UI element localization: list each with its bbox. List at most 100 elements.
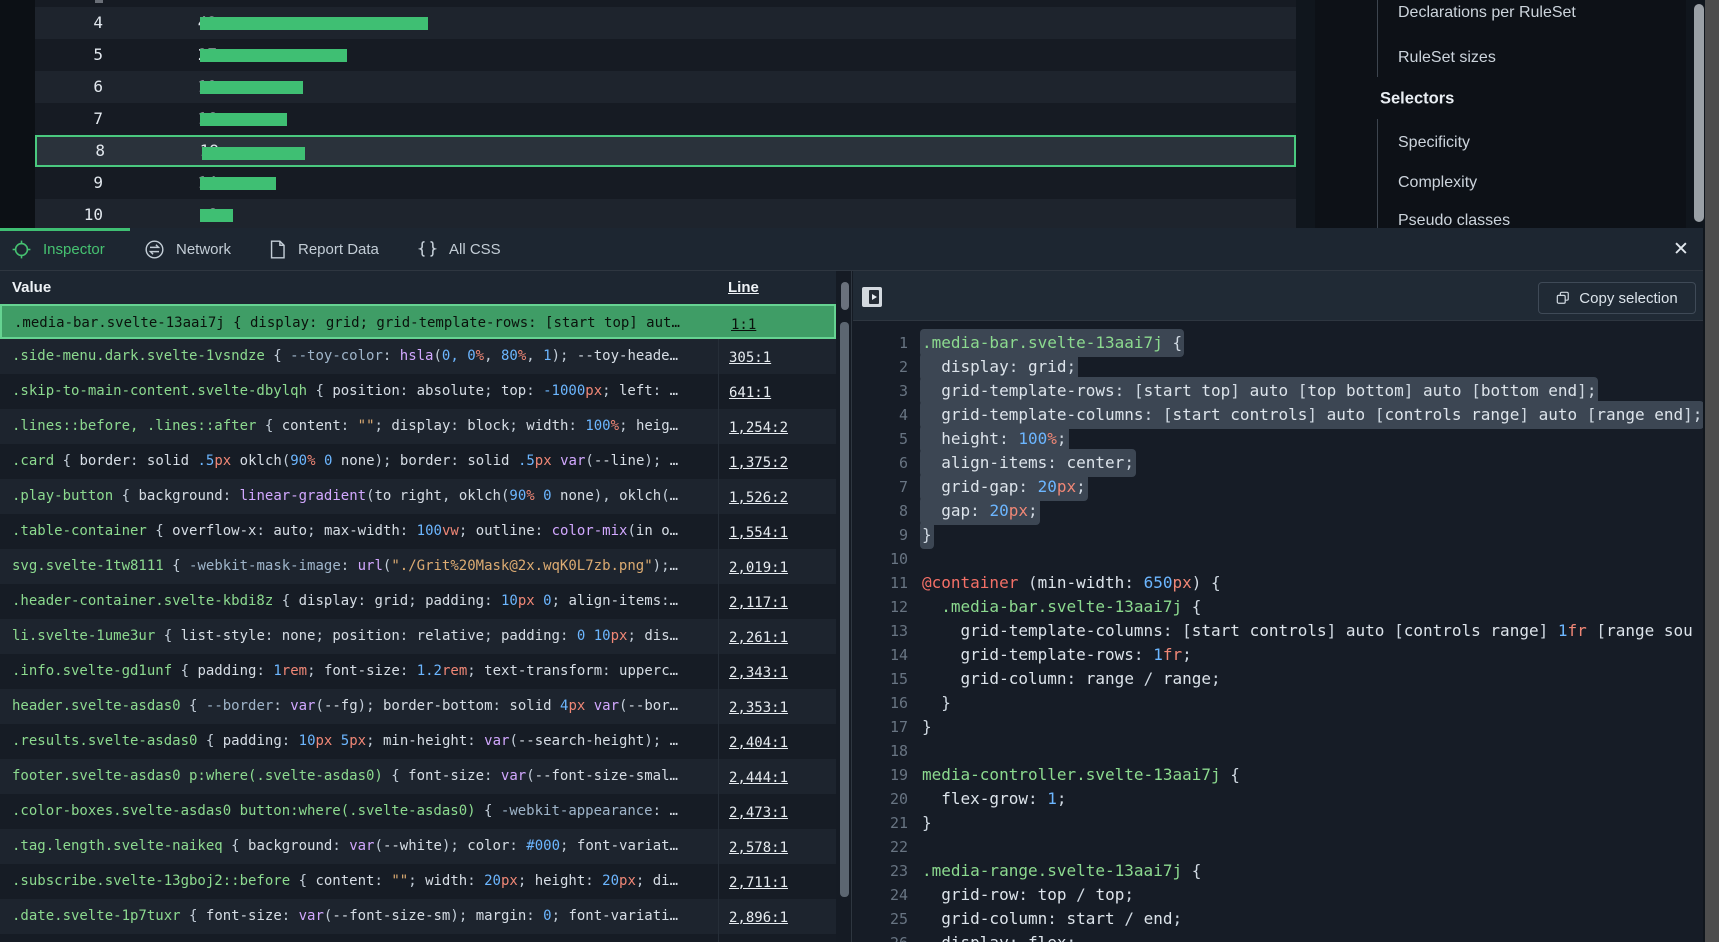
table-row[interactable]: header.svelte-asdas0 { --border: var(--f…: [0, 689, 836, 724]
rule-line-link[interactable]: 2,444:1: [729, 770, 788, 786]
rule-value: svg.svelte-1tw8111 { -webkit-mask-image:…: [12, 549, 706, 584]
rule-line-cell: 1,375:2: [718, 444, 836, 479]
rule-line-link[interactable]: 305:1: [729, 350, 771, 366]
chart-row[interactable]: 9 14: [35, 167, 1296, 199]
code-line: 18: [853, 739, 1703, 763]
sidebar-item[interactable]: Pseudo classes: [1398, 212, 1510, 228]
rule-line-cell: 1,254:2: [718, 409, 836, 444]
sidebar-item[interactable]: Complexity: [1398, 174, 1477, 192]
rule-line-link[interactable]: 2,343:1: [729, 665, 788, 681]
code-line-number: 1: [870, 331, 908, 355]
code-line-number: 12: [870, 595, 908, 619]
rule-line-link[interactable]: 2,404:1: [729, 735, 788, 751]
table-row[interactable]: .color-boxes.svelte-asdas0 button:where(…: [0, 794, 836, 829]
code-line: 24 grid-row: top / top;: [853, 883, 1703, 907]
table-row[interactable]: .header-container.svelte-kbdi8z { displa…: [0, 584, 836, 619]
rule-line-cell: 2,404:1: [718, 724, 836, 759]
code-line-number: 7: [870, 475, 908, 499]
nav-group-divider: [1377, 119, 1378, 228]
table-row[interactable]: svg.svelte-1tw8111 { -webkit-mask-image:…: [0, 549, 836, 584]
table-row[interactable]: .media-bar.svelte-13aai7j { display: gri…: [0, 304, 836, 339]
table-row[interactable]: .results.svelte-asdas0 { padding: 10px 5…: [0, 724, 836, 759]
rule-line-link[interactable]: 1,375:2: [729, 455, 788, 471]
code-line-text: gap: 20px;: [922, 499, 1038, 523]
css-rules-table: Value Line .media-bar.svelte-13aai7j { d…: [0, 271, 852, 942]
table-row-partial[interactable]: .play-button.svelte-1gboj2 { background:…: [0, 934, 836, 942]
code-line: 25 grid-column: start / end;: [853, 907, 1703, 931]
code-line: 7 grid-gap: 20px;: [853, 475, 1703, 499]
tab-all-css[interactable]: All CSS: [418, 228, 501, 271]
code-line-number: 11: [870, 571, 908, 595]
chart-row[interactable]: 7 16: [35, 103, 1296, 135]
copy-selection-button[interactable]: Copy selection: [1538, 282, 1696, 314]
chart-row-rank: 9: [35, 167, 103, 199]
table-row[interactable]: li.svelte-1ume3ur { list-style: none; po…: [0, 619, 836, 654]
table-row[interactable]: .date.svelte-1p7tuxr { font-size: var(--…: [0, 899, 836, 934]
table-row[interactable]: .play-button { background: linear-gradie…: [0, 479, 836, 514]
code-scrollbar-thumb[interactable]: [841, 282, 849, 310]
rule-line-link[interactable]: 1,554:1: [729, 525, 788, 541]
rule-line-link[interactable]: 2,473:1: [729, 805, 788, 821]
sidebar-item[interactable]: Specificity: [1398, 134, 1470, 152]
sidebar-item[interactable]: Declarations per RuleSet: [1398, 4, 1576, 22]
sidebar-item[interactable]: RuleSet sizes: [1398, 49, 1496, 67]
rule-line-link[interactable]: 2,578:1: [729, 840, 788, 856]
code-line-text: .media-range.svelte-13aai7j {: [922, 859, 1201, 883]
table-row[interactable]: .card { border: solid .5px oklch(90% 0 n…: [0, 444, 836, 479]
table-row[interactable]: .subscribe.svelte-13gboj2::before { cont…: [0, 864, 836, 899]
tab-network[interactable]: Network: [145, 228, 231, 271]
code-lines-container: 1.media-bar.svelte-13aai7j {2 display: g…: [853, 321, 1703, 942]
code-line-text: .media-bar.svelte-13aai7j {: [922, 331, 1182, 355]
chart-row-rank: 4: [35, 7, 103, 39]
code-toolbar: Copy selection: [853, 271, 1703, 321]
table-row[interactable]: .skip-to-main-content.svelte-dbylqh { po…: [0, 374, 836, 409]
chart-row[interactable]: 10 6: [35, 199, 1296, 231]
chart-row[interactable]: 6 19: [35, 71, 1296, 103]
inspect-target-icon: [12, 240, 31, 259]
column-header-line[interactable]: Line: [728, 271, 759, 304]
curly-braces-icon: [418, 240, 437, 259]
code-line-number: 8: [870, 499, 908, 523]
rule-line-link[interactable]: 1,254:2: [729, 420, 788, 436]
rule-line-link[interactable]: 2,117:1: [729, 595, 788, 611]
rule-line-cell: 2,896:1: [718, 899, 836, 934]
rule-line-link[interactable]: 1:1: [731, 317, 756, 333]
chart-row[interactable]: 4 42: [35, 7, 1296, 39]
code-line: 3 grid-template-rows: [start top] auto […: [853, 379, 1703, 403]
table-row[interactable]: .table-container { overflow-x: auto; max…: [0, 514, 836, 549]
panel-expand-icon[interactable]: [862, 287, 882, 307]
rule-line-link[interactable]: 2,896:1: [729, 910, 788, 926]
chart-row-bar: [200, 49, 347, 62]
page-scrollbar-thumb[interactable]: [1694, 4, 1704, 222]
code-line: 15 grid-column: range / range;: [853, 667, 1703, 691]
css-code-viewer: Copy selection 1 .media-bar.svelte-13aai7…: [853, 271, 1703, 942]
table-row[interactable]: footer.svelte-asdas0 p:where(.svelte-asd…: [0, 759, 836, 794]
close-icon[interactable]: ✕: [1664, 228, 1698, 271]
table-row[interactable]: .side-menu.dark.svelte-1vsndze { --toy-c…: [0, 339, 836, 374]
rule-value: .skip-to-main-content.svelte-dbylqh { po…: [12, 374, 706, 409]
chart-row[interactable]: 8 19: [35, 135, 1296, 167]
code-line-number: 23: [870, 859, 908, 883]
code-line-text: }: [922, 691, 951, 715]
rule-line-link[interactable]: 2,711:1: [729, 875, 788, 891]
rule-line-link[interactable]: 641:1: [729, 385, 771, 401]
rule-line-link[interactable]: 2,019:1: [729, 560, 788, 576]
rule-line-link[interactable]: 2,261:1: [729, 630, 788, 646]
code-line-text: grid-template-rows: [start top] auto [to…: [922, 379, 1596, 403]
code-line-text: flex-grow: 1;: [922, 787, 1067, 811]
code-line-number: 14: [870, 643, 908, 667]
table-scrollbar-thumb[interactable]: [840, 322, 849, 897]
table-row[interactable]: .lines::before, .lines::after { content:…: [0, 409, 836, 444]
tab-inspector[interactable]: Inspector: [12, 228, 105, 271]
tab-report-data[interactable]: Report Data: [269, 228, 379, 271]
table-row[interactable]: .info.svelte-gd1unf { padding: 1rem; fon…: [0, 654, 836, 689]
code-line: 12 .media-bar.svelte-13aai7j {: [853, 595, 1703, 619]
table-row[interactable]: .tag.length.svelte-naikeq { background: …: [0, 829, 836, 864]
code-line-text: grid-gap: 20px;: [922, 475, 1086, 499]
rule-line-link[interactable]: 2,353:1: [729, 700, 788, 716]
code-line-text: grid-row: top / top;: [922, 883, 1134, 907]
tab-label: Inspector: [43, 241, 105, 258]
code-line: 14 grid-template-rows: 1fr;: [853, 643, 1703, 667]
chart-row[interactable]: 5 27: [35, 39, 1296, 71]
rule-line-link[interactable]: 1,526:2: [729, 490, 788, 506]
